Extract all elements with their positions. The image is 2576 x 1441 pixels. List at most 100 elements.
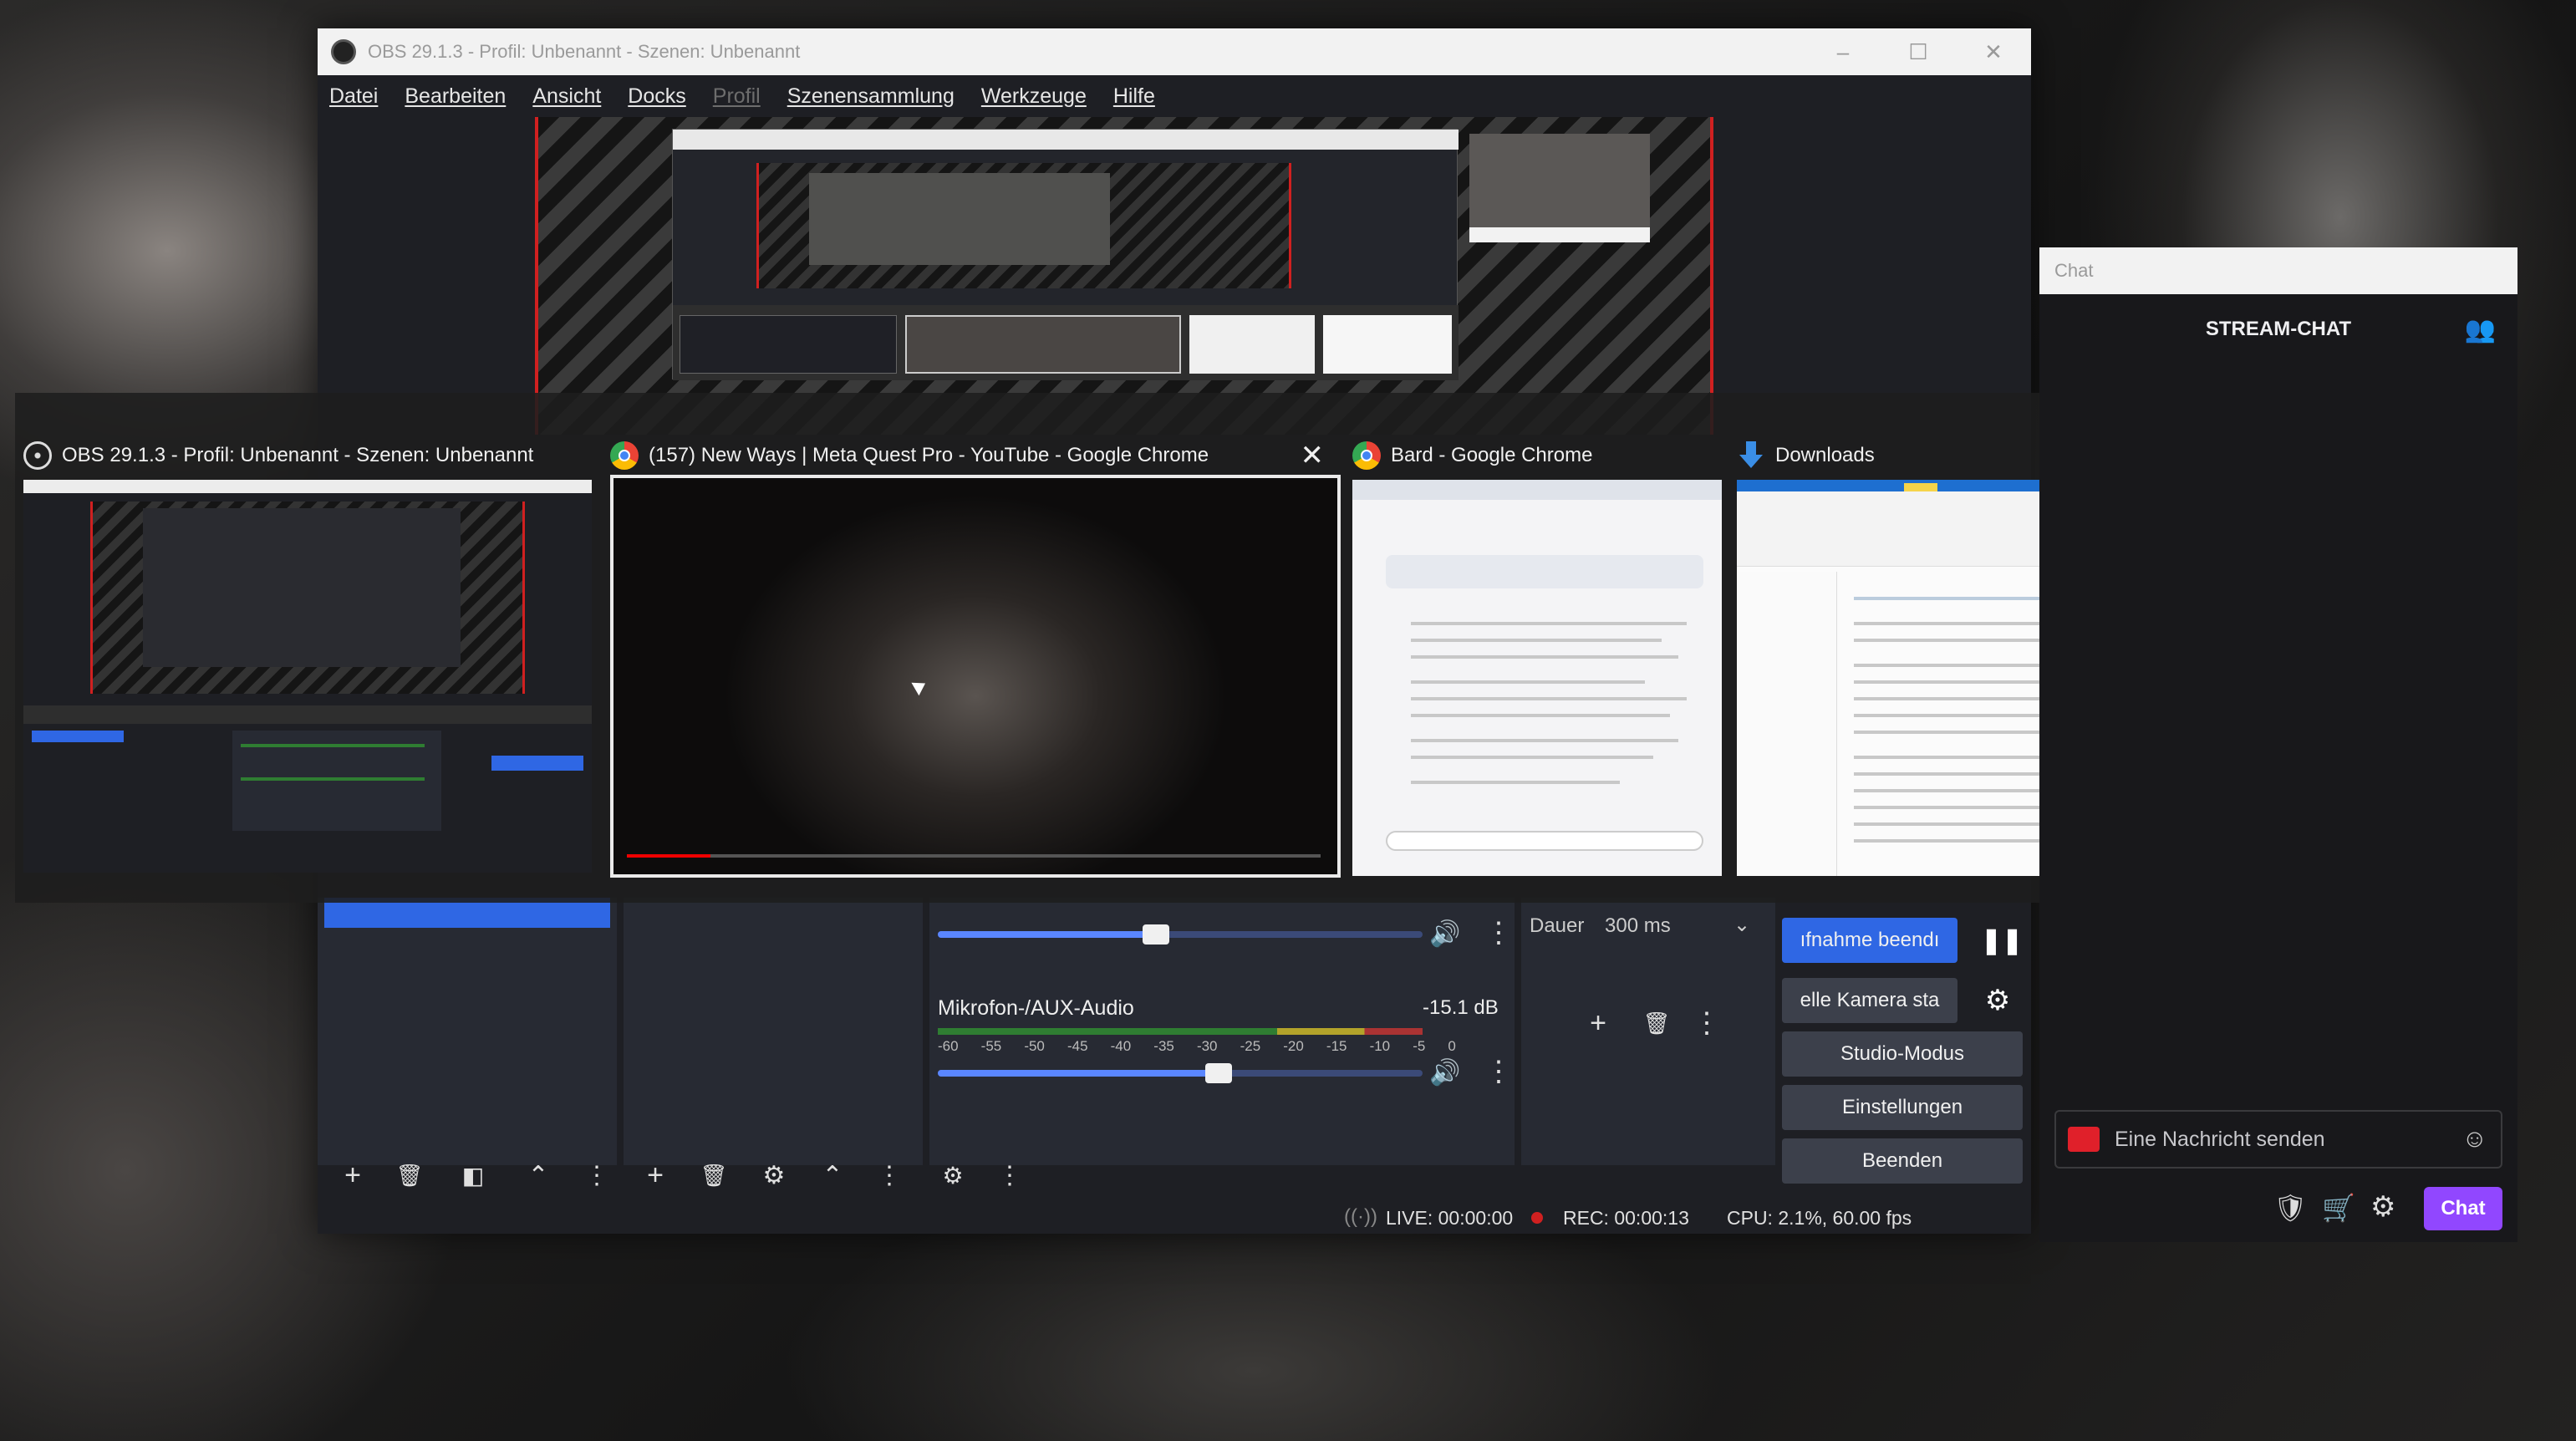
pause-icon[interactable]: ❚❚	[1981, 918, 2023, 963]
meter-tick: -30	[1196, 1038, 1218, 1054]
mic-meter-ticks: -60 -55 -50 -45 -40 -35 -30 -25 -20 -15 …	[938, 1038, 1456, 1063]
close-icon[interactable]: ✕	[1301, 439, 1325, 472]
scene-filter-icon[interactable]: ◧	[455, 1157, 491, 1194]
studio-mode-button[interactable]: Studio-Modus	[1782, 1031, 2023, 1077]
kebab-menu-icon[interactable]: ⋮	[1688, 1005, 1725, 1041]
thumb-scene-selected	[32, 731, 124, 742]
add-icon[interactable]: +	[1580, 1005, 1616, 1041]
transitions-dock: Dauer 300 ms ⌄ + 🗑 ⋮	[1521, 898, 1775, 1165]
kebab-menu-icon[interactable]: ⋮	[871, 1157, 908, 1194]
cart-icon[interactable]: 🛒	[2322, 1192, 2355, 1224]
chat-header-title: STREAM-CHAT	[2205, 318, 2352, 340]
switcher-window-title: Bard - Google Chrome	[1391, 444, 1593, 466]
stop-recording-button[interactable]: ıfnahme beendı	[1782, 918, 1957, 963]
chrome-icon	[1352, 441, 1381, 470]
preview-nested-thumbnails	[673, 305, 1459, 380]
add-scene-icon[interactable]: +	[334, 1157, 371, 1194]
thumb-titlebar	[23, 480, 592, 493]
menu-werkzeuge[interactable]: Werkzeuge	[981, 84, 1087, 109]
switcher-youtube-title: (157) New Ways | Meta Quest Pro - YouTub…	[610, 436, 1336, 475]
emoji-icon[interactable]: ☺	[2461, 1125, 2487, 1153]
menu-hilfe[interactable]: Hilfe	[1113, 84, 1155, 109]
switcher-window-title: Downloads	[1775, 444, 1875, 466]
thumb-input-box	[1386, 831, 1703, 851]
user-list-icon[interactable]: 👥	[2465, 315, 2496, 344]
mouse-cursor-icon	[911, 676, 929, 696]
menu-bearbeiten[interactable]: Bearbeiten	[405, 84, 506, 109]
obs-status-bar: ((·)) LIVE: 00:00:00 REC: 00:00:13 CPU: …	[318, 1202, 2031, 1234]
settings-icon[interactable]: ⚙	[2370, 1190, 2395, 1224]
kebab-menu-icon[interactable]: ⋮	[578, 1157, 615, 1194]
preview-side-window	[1469, 134, 1650, 242]
meter-tick: -55	[980, 1038, 1002, 1054]
gear-icon[interactable]: ⚙	[1973, 978, 2023, 1023]
meter-tick: -60	[938, 1038, 959, 1054]
menu-datei[interactable]: Datei	[329, 84, 378, 109]
audio-mixer-dock: 🔊 ⋮ Mikrofon-/AUX-Audio -15.1 dB -60 -55…	[929, 898, 1515, 1165]
thumb-ribbon-highlight	[1904, 483, 1937, 491]
thumb-control	[491, 756, 583, 771]
obs-titlebar: OBS 29.1.3 - Profil: Unbenannt - Szenen:…	[318, 28, 2031, 75]
kebab-menu-icon[interactable]: ⋮	[1484, 916, 1513, 950]
kebab-menu-icon[interactable]: ⋮	[1484, 1055, 1513, 1088]
settings-button[interactable]: Einstellungen	[1782, 1085, 2023, 1130]
switcher-thumb-youtube[interactable]	[610, 475, 1341, 878]
meter-tick: -45	[1067, 1038, 1088, 1054]
preview-nested-thumb	[905, 315, 1181, 374]
chat-send-button[interactable]: Chat	[2424, 1187, 2502, 1230]
duration-value[interactable]: 300 ms	[1605, 914, 1671, 938]
duration-label: Dauer	[1530, 914, 1585, 937]
switcher-window-title: OBS 29.1.3 - Profil: Unbenannt - Szenen:…	[62, 444, 534, 466]
meter-tick: -5	[1413, 1038, 1426, 1054]
chat-header: STREAM-CHAT 👥	[2039, 294, 2517, 364]
shield-icon[interactable]: 🛡	[2273, 1192, 2308, 1224]
stream-camera-icon[interactable]	[2068, 1127, 2100, 1152]
audio-settings-icon[interactable]: ⚙	[934, 1157, 971, 1194]
add-source-icon[interactable]: +	[637, 1157, 674, 1194]
desktop-audio-fader-track	[938, 924, 1423, 945]
preview-side-window-bar	[1469, 227, 1650, 242]
close-icon[interactable]: ✕	[1956, 28, 2031, 75]
mic-audio-fader-handle[interactable]	[1205, 1063, 1233, 1083]
preview-nested-capture	[672, 129, 1459, 380]
virtual-camera-button[interactable]: elle Kamera sta	[1782, 978, 1957, 1023]
menu-szenensammlung[interactable]: Szenensammlung	[787, 84, 955, 109]
menu-docks[interactable]: Docks	[628, 84, 685, 109]
menu-ansicht[interactable]: Ansicht	[532, 84, 601, 109]
chevron-down-icon[interactable]: ⌄	[1733, 913, 1750, 937]
task-switcher: OBS 29.1.3 - Profil: Unbenannt - Szenen:…	[15, 393, 2322, 903]
move-up-icon[interactable]: ⌃	[520, 1157, 557, 1194]
meter-tick: -10	[1369, 1038, 1391, 1054]
stream-chat-panel: Chat STREAM-CHAT 👥 Eine Nachricht senden…	[2039, 247, 2517, 1242]
record-dot-icon	[1531, 1212, 1543, 1224]
trash-icon[interactable]: 🗑	[1638, 1005, 1675, 1041]
desktop-audio-fader-handle[interactable]	[1143, 924, 1169, 945]
preview-nested-canvas	[756, 163, 1291, 288]
chat-message-input[interactable]: Eine Nachricht senden ☺	[2054, 1110, 2502, 1169]
maximize-icon[interactable]: ☐	[1881, 28, 1956, 75]
scenes-dock	[318, 898, 617, 1165]
switcher-thumb-obs[interactable]	[23, 480, 592, 873]
obs-logo-icon	[331, 39, 356, 64]
obs-preview-canvas[interactable]	[535, 117, 1713, 435]
remove-scene-icon[interactable]: 🗑	[391, 1157, 428, 1194]
remove-source-icon[interactable]: 🗑	[695, 1157, 732, 1194]
mic-audio-fader-fill	[938, 1070, 1219, 1077]
preview-nested-thumb	[1323, 315, 1452, 374]
minimize-icon[interactable]: –	[1805, 28, 1881, 75]
thumb-prompt-box	[1386, 555, 1703, 588]
chat-search-field[interactable]: Chat	[2039, 247, 2517, 294]
preview-nested-thumb	[680, 315, 897, 374]
menu-profil[interactable]: Profil	[713, 84, 761, 109]
desktop-audio-fader-fill	[938, 931, 1156, 938]
meter-tick: -50	[1024, 1038, 1045, 1054]
source-settings-icon[interactable]: ⚙	[756, 1157, 792, 1194]
switcher-downloads-title: Downloads	[1737, 436, 1875, 475]
speaker-icon[interactable]: 🔊	[1429, 1058, 1460, 1087]
kebab-menu-icon[interactable]: ⋮	[991, 1157, 1028, 1194]
thumb-nav-pane	[1737, 572, 1837, 876]
exit-button[interactable]: Beenden	[1782, 1138, 2023, 1184]
switcher-thumb-bard[interactable]	[1352, 480, 1722, 876]
move-up-icon[interactable]: ⌃	[814, 1157, 851, 1194]
speaker-icon[interactable]: 🔊	[1429, 919, 1460, 949]
